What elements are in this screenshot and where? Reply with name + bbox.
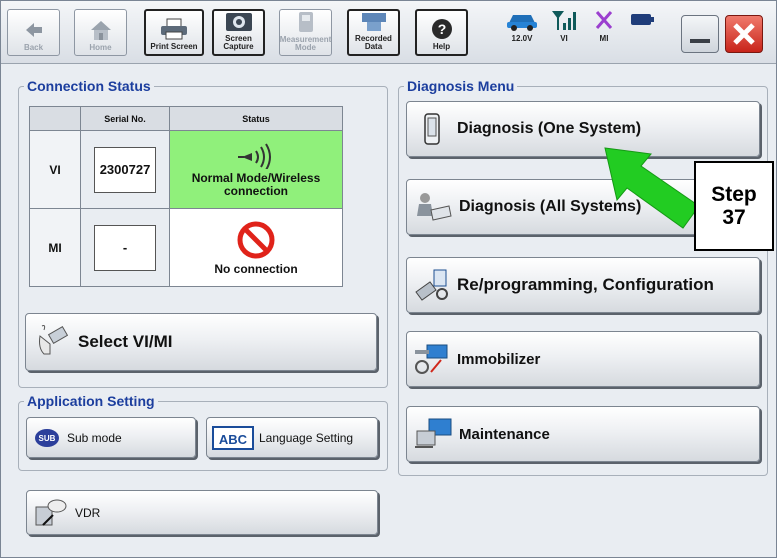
vdr-icon [27,497,75,529]
language-abc-icon: ABC [207,424,259,452]
recorded-data-icon [357,11,391,33]
language-setting-button[interactable]: ABC Language Setting [206,417,378,458]
mi-indicator: MI [585,9,623,56]
immobilizer-key-icon [407,342,457,376]
table-row-vi: VI 2300727 Normal Mode/Wireless connecti… [29,130,343,209]
vi-status-cell: Normal Mode/Wireless connection [169,130,343,209]
back-arrow-icon [17,18,51,42]
close-button[interactable] [725,15,763,53]
connection-table: Serial No. Status VI 2300727 Normal Mode… [29,106,343,287]
serial-column-header: Serial No. [80,106,170,131]
disconnected-x-icon [595,11,613,29]
sub-mode-button[interactable]: SUB Sub mode [26,417,196,458]
maintenance-icon [407,417,459,451]
application-setting-title: Application Setting [24,393,158,409]
select-device-icon [26,322,78,362]
connection-status-title: Connection Status [24,78,154,94]
step-annotation: Step 37 [694,161,774,251]
printer-icon [157,17,191,41]
mi-serial-number: - [94,224,156,271]
svg-text:ABC: ABC [219,432,248,447]
battery-indicator [623,9,661,56]
diagnosis-menu-title: Diagnosis Menu [404,78,518,94]
svg-text:?: ? [437,21,446,37]
close-icon [733,23,755,45]
immobilizer-button[interactable]: Immobilizer [406,331,760,387]
table-row-mi: MI - No connection [29,208,343,287]
row-label: MI [29,208,81,287]
help-button[interactable]: ? Help [415,9,468,56]
vdr-button[interactable]: VDR [26,490,378,535]
reprogramming-icon [407,268,457,302]
home-icon [84,18,118,42]
recorded-data-button[interactable]: Recorded Data [347,9,400,56]
camera-icon [222,11,256,33]
row-label: VI [29,130,81,209]
help-icon: ? [425,17,459,41]
vi-status-text: Normal Mode/Wireless connection [191,171,321,198]
minimize-icon [690,39,710,43]
svg-text:SUB: SUB [39,434,56,443]
phone-device-icon [407,112,457,146]
sub-mode-icon: SUB [27,427,67,449]
mi-status-cell: No connection [169,208,343,287]
signal-icon [552,11,576,30]
vi-indicator: VI [545,9,583,56]
no-connection-icon [237,221,275,258]
meter-icon [289,10,323,34]
select-vi-mi-button[interactable]: Select VI/MI [25,313,377,371]
green-pointer-arrow-icon [604,147,700,229]
car-service-icon [407,190,459,224]
measurement-mode-button[interactable]: Measurement Mode [279,9,332,56]
step-label: Step [711,183,757,206]
toolbar: Back Home Print Screen Screen Capture Me… [1,1,776,64]
connection-status-indicators: 12.0V VI MI [497,9,665,56]
mi-status-text: No connection [214,261,298,276]
back-button[interactable]: Back [7,9,60,56]
screen-capture-button[interactable]: Screen Capture [212,9,265,56]
step-number: 37 [722,206,746,229]
minimize-button[interactable] [681,15,719,53]
reprogramming-configuration-button[interactable]: Re/programming, Configuration [406,257,760,313]
battery-icon [631,14,654,25]
app-window: Back Home Print Screen Screen Capture Me… [0,0,777,558]
status-column-header: Status [169,106,343,131]
wireless-connector-icon [238,143,271,171]
maintenance-button[interactable]: Maintenance [406,406,760,462]
car-icon [507,15,537,31]
vi-serial-number: 2300727 [94,146,156,193]
home-button[interactable]: Home [74,9,127,56]
battery-voltage-indicator: 12.0V [503,9,541,56]
print-screen-button[interactable]: Print Screen [144,9,204,56]
